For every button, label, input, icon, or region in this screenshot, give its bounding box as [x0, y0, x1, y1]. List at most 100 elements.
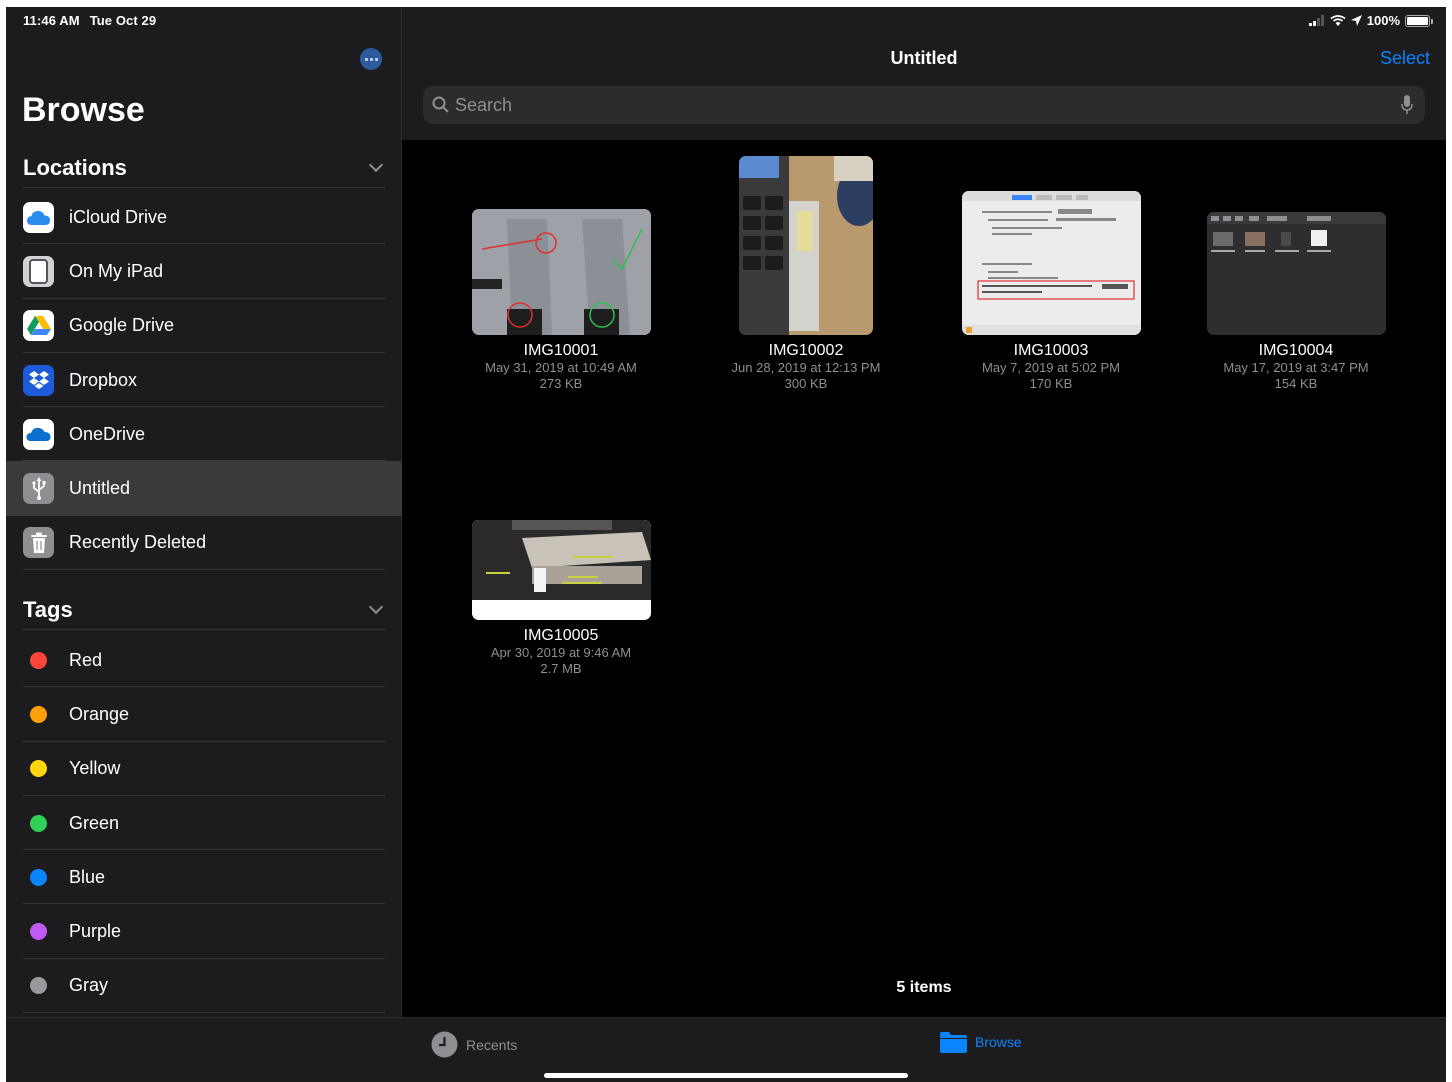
file-size: 273 KB — [539, 376, 583, 391]
file-thumbnail — [471, 209, 651, 335]
status-time: 11:46 AM — [23, 13, 80, 28]
sidebar-item-dropbox[interactable]: Dropbox — [6, 353, 402, 408]
file-name: IMG10005 — [523, 627, 599, 644]
ipad-icon — [23, 255, 54, 287]
file-size: 170 KB — [1029, 376, 1073, 391]
tags-list: Red Orange Yellow Green Blue Purple Gray — [6, 633, 402, 1014]
sidebar-item-google-drive[interactable]: Google Drive — [6, 299, 402, 354]
sidebar-item-untitled[interactable]: Untitled — [6, 461, 402, 516]
location-arrow-icon — [1350, 15, 1362, 26]
select-button[interactable]: Select — [1380, 48, 1430, 69]
status-date: Tue Oct 29 — [89, 13, 157, 28]
status-bar-right: 100% — [1308, 13, 1433, 28]
ipad-screen: 11:46 AM Tue Oct 29 Browse Locations iClo… — [6, 7, 1446, 1082]
sidebar-item-label: On My iPad — [69, 260, 164, 281]
file-date: Apr 30, 2019 at 9:46 AM — [490, 645, 632, 660]
main-header: 100% Untitled Select — [402, 7, 1446, 140]
folder-icon — [940, 1032, 967, 1053]
tags-header[interactable]: Tags — [23, 590, 385, 630]
file-thumbnail — [1206, 212, 1386, 335]
battery-icon — [1405, 14, 1433, 27]
search-input[interactable] — [455, 86, 1355, 124]
wifi-icon — [1330, 14, 1346, 26]
tag-label: Gray — [69, 975, 109, 996]
sidebar: 11:46 AM Tue Oct 29 Browse Locations iClo… — [6, 7, 402, 1017]
tag-color-dot — [30, 868, 47, 886]
cellular-signal-icon — [1308, 15, 1324, 26]
sidebar-item-on-my-ipad[interactable]: On My iPad — [6, 244, 402, 299]
sidebar-item-label: Google Drive — [69, 315, 175, 336]
tag-color-dot — [30, 977, 47, 995]
dropbox-icon — [23, 364, 54, 396]
main-content: 100% Untitled Select IMG10001 May 31, 20… — [402, 7, 1446, 1017]
file-date: May 17, 2019 at 3:47 PM — [1223, 360, 1369, 375]
tag-label: Yellow — [69, 758, 121, 779]
home-indicator[interactable] — [544, 1073, 908, 1078]
file-size: 2.7 MB — [540, 661, 582, 676]
tag-color-dot — [30, 651, 47, 669]
tag-label: Orange — [69, 703, 130, 724]
file-name: IMG10002 — [768, 342, 844, 359]
tag-item-gray[interactable]: Gray — [6, 959, 402, 1014]
tag-item-yellow[interactable]: Yellow — [6, 742, 402, 797]
battery-percent: 100% — [1366, 13, 1400, 28]
sidebar-item-recently-deleted[interactable]: Recently Deleted — [6, 516, 402, 571]
chevron-down-icon[interactable] — [368, 157, 384, 172]
onedrive-icon — [23, 418, 54, 450]
locations-list: iCloud Drive On My iPad Google Drive Dro… — [6, 190, 402, 571]
tab-recents[interactable]: Recents — [431, 1031, 517, 1058]
tag-item-orange[interactable]: Orange — [6, 687, 402, 742]
tag-label: Blue — [69, 866, 106, 887]
icloud-icon — [23, 201, 54, 233]
file-thumbnail — [739, 156, 873, 335]
file-item-img10001[interactable]: IMG10001 May 31, 2019 at 10:49 AM 273 KB — [446, 155, 676, 392]
tag-color-dot — [30, 923, 47, 941]
file-thumbnail — [961, 191, 1141, 335]
chevron-down-icon[interactable] — [368, 599, 384, 614]
more-options-button[interactable] — [360, 48, 382, 70]
file-name: IMG10004 — [1258, 342, 1334, 359]
browse-title: Browse — [22, 91, 145, 129]
trash-icon — [23, 527, 54, 559]
tag-label: Green — [69, 812, 120, 833]
tag-item-green[interactable]: Green — [6, 796, 402, 851]
tag-color-dot — [30, 760, 47, 778]
file-size: 300 KB — [784, 376, 828, 391]
sidebar-item-icloud-drive[interactable]: iCloud Drive — [6, 190, 402, 245]
file-item-img10005[interactable]: IMG10005 Apr 30, 2019 at 9:46 AM 2.7 MB — [446, 440, 676, 677]
microphone-icon[interactable] — [1401, 95, 1413, 115]
items-count: 5 items — [896, 979, 952, 996]
sidebar-item-label: OneDrive — [69, 423, 146, 444]
file-date: May 7, 2019 at 5:02 PM — [981, 360, 1121, 375]
tag-color-dot — [30, 705, 47, 723]
locations-header-label: Locations — [23, 154, 127, 180]
file-size: 154 KB — [1274, 376, 1318, 391]
file-thumbnail — [471, 520, 651, 620]
tab-browse[interactable]: Browse — [940, 1031, 1022, 1053]
sidebar-item-label: Untitled — [69, 478, 131, 499]
file-date: Jun 28, 2019 at 12:13 PM — [731, 360, 881, 375]
search-icon — [432, 96, 449, 113]
tag-label: Red — [69, 649, 103, 670]
clock-icon — [431, 1031, 458, 1058]
sidebar-item-onedrive[interactable]: OneDrive — [6, 407, 402, 462]
tab-recents-label: Recents — [466, 1036, 518, 1053]
tag-label: Purple — [69, 921, 122, 942]
tag-item-red[interactable]: Red — [6, 633, 402, 688]
sidebar-item-label: Recently Deleted — [69, 532, 207, 553]
file-item-img10002[interactable]: IMG10002 Jun 28, 2019 at 12:13 PM 300 KB — [691, 155, 921, 392]
tag-item-blue[interactable]: Blue — [6, 850, 402, 905]
usb-icon — [23, 473, 54, 505]
file-item-img10004[interactable]: IMG10004 May 17, 2019 at 3:47 PM 154 KB — [1181, 155, 1411, 392]
tags-header-label: Tags — [23, 596, 73, 622]
tab-browse-label: Browse — [975, 1034, 1022, 1050]
sidebar-item-label: Dropbox — [69, 369, 138, 390]
search-bar[interactable] — [423, 86, 1425, 124]
file-item-img10003[interactable]: IMG10003 May 7, 2019 at 5:02 PM 170 KB — [936, 155, 1166, 392]
locations-header[interactable]: Locations — [23, 148, 385, 188]
tag-item-purple[interactable]: Purple — [6, 904, 402, 960]
file-name: IMG10001 — [523, 342, 599, 359]
file-date: May 31, 2019 at 10:49 AM — [485, 360, 637, 375]
file-name: IMG10003 — [1013, 342, 1089, 359]
status-bar-time: 11:46 AM Tue Oct 29 — [23, 13, 156, 28]
